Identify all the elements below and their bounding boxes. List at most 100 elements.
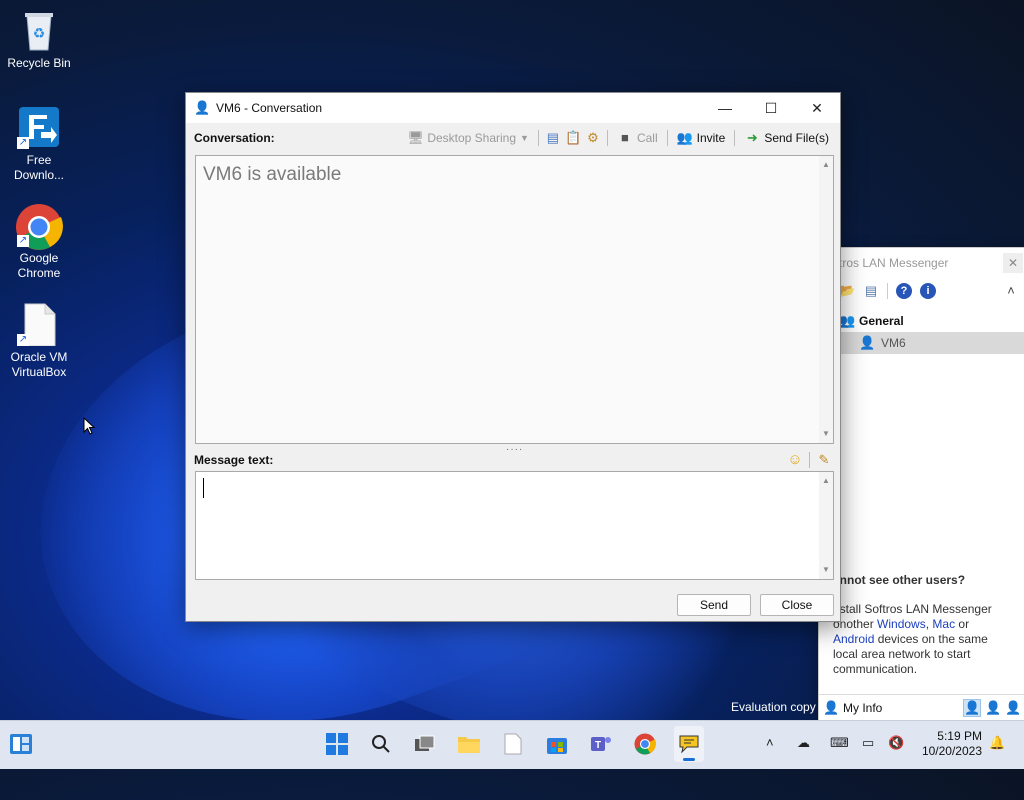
file-icon: ↗ xyxy=(17,302,61,347)
desktop-sharing-label: Desktop Sharing xyxy=(427,131,517,145)
invite-button[interactable]: 👥 Invite xyxy=(674,128,729,148)
desktop-icon-label: Google Chrome xyxy=(17,251,61,280)
mac-link[interactable]: Mac xyxy=(932,617,955,631)
history-scrollbar[interactable]: ▲ ▼ xyxy=(819,156,833,443)
notepad-icon[interactable] xyxy=(500,731,526,757)
group-label: General xyxy=(859,314,904,328)
scroll-down-icon[interactable]: ▼ xyxy=(819,563,833,577)
search-icon[interactable] xyxy=(368,731,394,757)
windows-link[interactable]: Windows xyxy=(877,617,926,631)
network-icon[interactable]: ▭ xyxy=(862,735,874,751)
info-icon[interactable]: i xyxy=(920,283,936,299)
group-users-icon: 👥 xyxy=(839,313,856,328)
close-conversation-button[interactable]: Close xyxy=(760,594,834,616)
widgets-icon[interactable] xyxy=(8,731,34,757)
scroll-down-icon[interactable]: ▼ xyxy=(819,427,833,441)
input-scrollbar[interactable]: ▲ ▼ xyxy=(819,472,833,579)
help-panel: annot see other users? nstall Softros LA… xyxy=(833,573,1013,677)
desktop-sharing-icon: 🖥 xyxy=(407,130,424,145)
active-indicator xyxy=(683,758,695,761)
desktop-icon-virtualbox[interactable]: ↗ Oracle VM VirtualBox xyxy=(1,302,77,380)
messenger-statusbar: 👤 My Info 👤 👤 👤 xyxy=(819,694,1024,721)
invite-users-icon: 👥 xyxy=(676,130,693,145)
call-button[interactable]: ■ Call xyxy=(614,128,661,148)
scroll-up-icon[interactable]: ▲ xyxy=(819,158,833,172)
android-link[interactable]: Android xyxy=(833,632,874,646)
my-info-label[interactable]: My Info xyxy=(843,701,882,715)
task-view-icon[interactable] xyxy=(412,731,438,757)
clock-time: 5:19 PM xyxy=(937,729,982,743)
conversation-window: 👤 VM6 - Conversation — ☐ ✕ Conversation:… xyxy=(185,92,841,622)
user-item-vm6[interactable]: 👤 VM6 xyxy=(819,332,1024,354)
text-caret xyxy=(203,478,204,498)
minimize-button[interactable]: — xyxy=(702,93,748,123)
mouse-pointer-icon xyxy=(83,417,95,435)
notification-bell-icon[interactable]: 🔔 xyxy=(989,735,1005,751)
lan-messenger-taskbar-icon[interactable] xyxy=(674,726,704,762)
toolbar-separator xyxy=(666,130,668,146)
video-camera-icon: ■ xyxy=(621,130,629,145)
group-general[interactable]: 👥 General xyxy=(819,310,1024,332)
teams-icon[interactable]: T xyxy=(588,731,614,757)
scroll-up-icon[interactable]: ▲ xyxy=(819,474,833,488)
desktop-icon-label: Free Downlo... xyxy=(13,153,65,182)
toolbar-separator xyxy=(606,130,608,146)
add-folder-icon[interactable]: 📂 xyxy=(839,283,855,299)
chrome-taskbar-icon[interactable] xyxy=(632,731,658,757)
messenger-title: oftros LAN Messenger xyxy=(829,256,949,270)
message-bar: Message text: ☺ ✎ xyxy=(194,449,832,471)
send-files-button[interactable]: ➜ Send File(s) xyxy=(741,128,832,148)
help-text-part: or xyxy=(955,617,970,631)
desktop-icon-recycle-bin[interactable]: ♻ Recycle Bin xyxy=(1,8,77,71)
shortcut-arrow-icon: ↗ xyxy=(17,137,29,149)
svg-text:T: T xyxy=(595,740,601,751)
desktop-sharing-button[interactable]: 🖥 Desktop Sharing ▼ xyxy=(404,128,532,148)
settings-icon[interactable]: ⚙ xyxy=(585,130,601,146)
chevron-up-icon[interactable]: ˄ xyxy=(766,735,774,750)
history-icon[interactable]: ▤ xyxy=(545,130,561,146)
chrome-icon: ↗ xyxy=(16,203,63,250)
keyboard-icon[interactable]: ⌨ xyxy=(830,735,849,751)
shortcut-arrow-icon: ↗ xyxy=(17,334,29,346)
toolbar-actions: 🖥 Desktop Sharing ▼ ▤ 📋 ⚙ ■ Call 👥 Invit… xyxy=(404,128,832,148)
file-explorer-icon[interactable] xyxy=(456,731,482,757)
shortcut-arrow-icon: ↗ xyxy=(17,235,29,247)
window-title: VM6 - Conversation xyxy=(216,101,323,115)
maximize-button[interactable]: ☐ xyxy=(748,93,794,123)
status-offline-icon[interactable]: 👤 xyxy=(1005,700,1021,716)
user-online-icon: 👤 xyxy=(859,335,876,350)
toolbar-separator xyxy=(537,130,539,146)
send-file-icon: ➜ xyxy=(746,130,758,145)
desktop-icon-chrome[interactable]: ↗ Google Chrome xyxy=(1,203,77,281)
status-online-icon[interactable]: 👤 xyxy=(963,699,981,717)
notes-icon[interactable]: 📋 xyxy=(565,130,581,146)
close-button[interactable]: ✕ xyxy=(794,93,840,123)
status-message: VM6 is available xyxy=(203,164,342,185)
send-files-label: Send File(s) xyxy=(764,131,829,145)
user-app-icon: 👤 xyxy=(194,100,211,115)
clock-date: 10/20/2023 xyxy=(921,744,982,758)
status-away-icon[interactable]: 👤 xyxy=(985,700,1001,716)
system-clock[interactable]: 5:19 PM 10/20/2023 xyxy=(922,729,982,759)
store-icon[interactable] xyxy=(544,731,570,757)
my-info-icon[interactable]: 👤 xyxy=(823,700,839,716)
emoticon-icon[interactable]: ☺ xyxy=(787,452,803,468)
conversation-history[interactable]: VM6 is available ▲ ▼ xyxy=(195,155,834,444)
start-icon[interactable] xyxy=(324,731,350,757)
evaluation-watermark: Evaluation copy xyxy=(731,700,816,714)
messenger-window: oftros LAN Messenger ✕ 📂 ▤ ? i ˄ 👥 Gener… xyxy=(818,247,1024,722)
svg-text:♻: ♻ xyxy=(33,25,46,41)
history-icon[interactable]: ▤ xyxy=(863,283,879,299)
recycle-bin-icon: ♻ xyxy=(17,8,61,52)
chevron-up-icon[interactable]: ˄ xyxy=(1003,283,1019,299)
message-input[interactable]: ▲ ▼ xyxy=(195,471,834,580)
format-text-icon[interactable]: ✎ xyxy=(816,452,832,468)
desktop-icon-free-download[interactable]: ↗ Free Downlo... xyxy=(1,105,77,183)
volume-muted-icon[interactable]: 🔇 xyxy=(888,735,904,751)
onedrive-icon[interactable]: ☁ xyxy=(797,735,810,751)
help-icon[interactable]: ? xyxy=(896,283,912,299)
send-button[interactable]: Send xyxy=(677,594,751,616)
close-icon[interactable]: ✕ xyxy=(1003,253,1023,273)
desktop-icon-label: Recycle Bin xyxy=(7,56,71,70)
help-text: nstall Softros LAN Messenger onother Win… xyxy=(833,602,1013,677)
